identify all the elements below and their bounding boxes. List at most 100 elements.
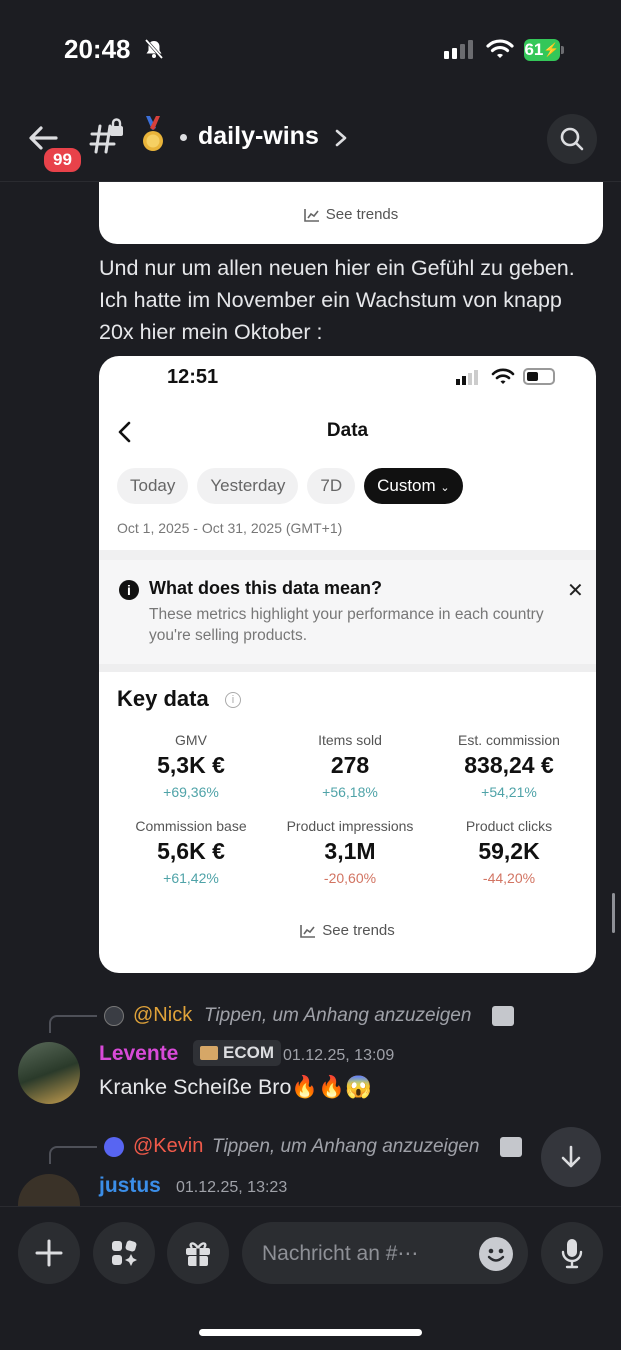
metric-change: +69,36%: [163, 784, 219, 800]
metric-change: +61,42%: [163, 870, 219, 886]
username-justus[interactable]: justus: [99, 1174, 161, 1198]
metric-change: -44,20%: [482, 870, 536, 886]
metric-label: GMV: [175, 732, 207, 748]
metric-value: 838,24 €: [464, 752, 554, 778]
see-trends-label: See trends: [322, 922, 395, 939]
apps-button[interactable]: [93, 1222, 155, 1284]
discord-avatar-icon[interactable]: [104, 1137, 124, 1157]
chevron-down-icon: ⌄: [440, 482, 450, 494]
shot-battery-icon: [523, 368, 555, 385]
battery-level: 61: [524, 40, 544, 59]
box-icon: [200, 1046, 218, 1060]
info-icon: i: [119, 580, 139, 600]
trend-chart-icon: [300, 924, 316, 938]
attachment-card-previous[interactable]: See trends: [99, 182, 603, 244]
message-timestamp: 01.12.25, 13:23: [176, 1179, 288, 1196]
reply-hint[interactable]: Tippen, um Anhang anzuzeigen: [204, 1005, 471, 1027]
avatar[interactable]: [18, 1174, 80, 1206]
arrow-down-icon: [561, 1145, 581, 1168]
jump-to-bottom-button[interactable]: [541, 1127, 601, 1187]
emoji-icon[interactable]: [479, 1237, 513, 1271]
pill-custom-label: Custom: [377, 476, 436, 495]
battery-cap: [561, 46, 564, 54]
locked-channel-icon: [89, 118, 123, 154]
key-data-info-icon: i: [225, 692, 241, 708]
pill-today: Today: [117, 468, 189, 504]
home-indicator[interactable]: [199, 1329, 422, 1336]
metric-value: 5,3K €: [157, 752, 225, 778]
metric-items-sold: Items sold 278 +56,18%: [267, 732, 433, 800]
close-icon: ✕: [567, 580, 584, 602]
metric-change: +54,21%: [481, 784, 537, 800]
wifi-icon: [486, 39, 514, 58]
metric-gmv: GMV 5,3K € +69,36%: [108, 732, 274, 800]
metric-label: Commission base: [135, 818, 247, 834]
metric-change: -20,60%: [323, 870, 377, 886]
metric-product-impressions: Product impressions 3,1M -20,60%: [267, 818, 433, 886]
avatar[interactable]: [18, 1042, 80, 1104]
shot-signal-icon: [456, 370, 478, 385]
scrollbar[interactable]: [612, 893, 615, 933]
metric-value: 3,1M: [324, 838, 376, 864]
trend-chart-icon: [303, 208, 319, 222]
pill-7d: 7D: [307, 468, 356, 504]
date-filter-pills: Today Yesterday 7D Custom ⌄: [117, 468, 463, 504]
signal-icon: [444, 40, 473, 59]
shot-status-time: 12:51: [167, 366, 219, 388]
pill-yesterday: Yesterday: [197, 468, 299, 504]
message-input-placeholder: Nachricht an #⋯: [262, 1241, 419, 1265]
info-title: What does this data mean?: [149, 578, 383, 598]
add-attachment-button[interactable]: [18, 1222, 80, 1284]
message-timestamp: 01.12.25, 13:09: [283, 1047, 395, 1064]
shot-title: Data: [326, 420, 369, 441]
role-tag-label: ECOM: [223, 1043, 274, 1062]
reply-username[interactable]: @Nick: [133, 1004, 192, 1027]
search-icon: [560, 127, 584, 151]
date-range: Oct 1, 2025 - Oct 31, 2025 (GMT+1): [117, 520, 343, 536]
username-levente[interactable]: Levente: [99, 1042, 178, 1066]
reply-hint[interactable]: Tippen, um Anhang anzuzeigen: [212, 1136, 479, 1158]
message-text: Und nur um allen neuen hier ein Gefühl z…: [99, 256, 575, 344]
reply-username[interactable]: @Kevin: [133, 1135, 203, 1158]
apps-icon: [112, 1240, 137, 1266]
chevron-right-icon[interactable]: [334, 128, 348, 148]
search-button[interactable]: [547, 114, 597, 164]
gift-button[interactable]: [167, 1222, 229, 1284]
see-trends-label: See trends: [325, 206, 399, 223]
smiley-face: [487, 1248, 505, 1262]
battery-indicator: 61 ⚡: [524, 39, 560, 61]
info-description: These metrics highlight your performance…: [149, 606, 544, 644]
image-icon: [500, 1137, 522, 1157]
message-text: Kranke Scheiße Bro🔥🔥😱: [99, 1075, 372, 1099]
image-attachment[interactable]: 12:51 Data Today Yesterday 7D Custom ⌄ O…: [99, 356, 596, 973]
shot-wifi-icon: [491, 368, 515, 384]
role-tag[interactable]: ECOM: [193, 1040, 281, 1066]
metric-commission-base: Commission base 5,6K € +61,42%: [108, 818, 274, 886]
status-time: 20:48: [64, 34, 131, 64]
gift-icon: [186, 1242, 210, 1266]
shot-see-trends: See trends: [99, 922, 596, 939]
metric-value: 59,2K: [478, 838, 540, 864]
metric-value: 278: [330, 752, 370, 778]
metric-label: Items sold: [318, 732, 382, 748]
metric-label: Product clicks: [465, 818, 553, 834]
pill-custom: Custom ⌄: [364, 468, 463, 504]
key-data-title: Key data: [117, 686, 209, 711]
metric-change: +56,18%: [322, 784, 378, 800]
image-icon: [492, 1006, 514, 1026]
microphone-icon: [561, 1239, 583, 1269]
reply-connector: [49, 1146, 97, 1164]
channel-name[interactable]: daily-wins: [198, 122, 319, 151]
medal-icon: [143, 116, 163, 151]
see-trends-link[interactable]: See trends: [99, 206, 603, 223]
reply-avatar-nick[interactable]: [104, 1006, 124, 1026]
metric-est-commission: Est. commission 838,24 € +54,21%: [426, 732, 592, 800]
metric-product-clicks: Product clicks 59,2K -44,20%: [426, 818, 592, 886]
voice-message-button[interactable]: [541, 1222, 603, 1284]
metric-value: 5,6K €: [157, 838, 225, 864]
unread-badge: 99: [42, 146, 83, 174]
bell-muted-icon: [144, 39, 164, 59]
separator-dot: [180, 134, 187, 141]
metric-label: Est. commission: [458, 732, 560, 748]
metric-label: Product impressions: [286, 818, 414, 834]
